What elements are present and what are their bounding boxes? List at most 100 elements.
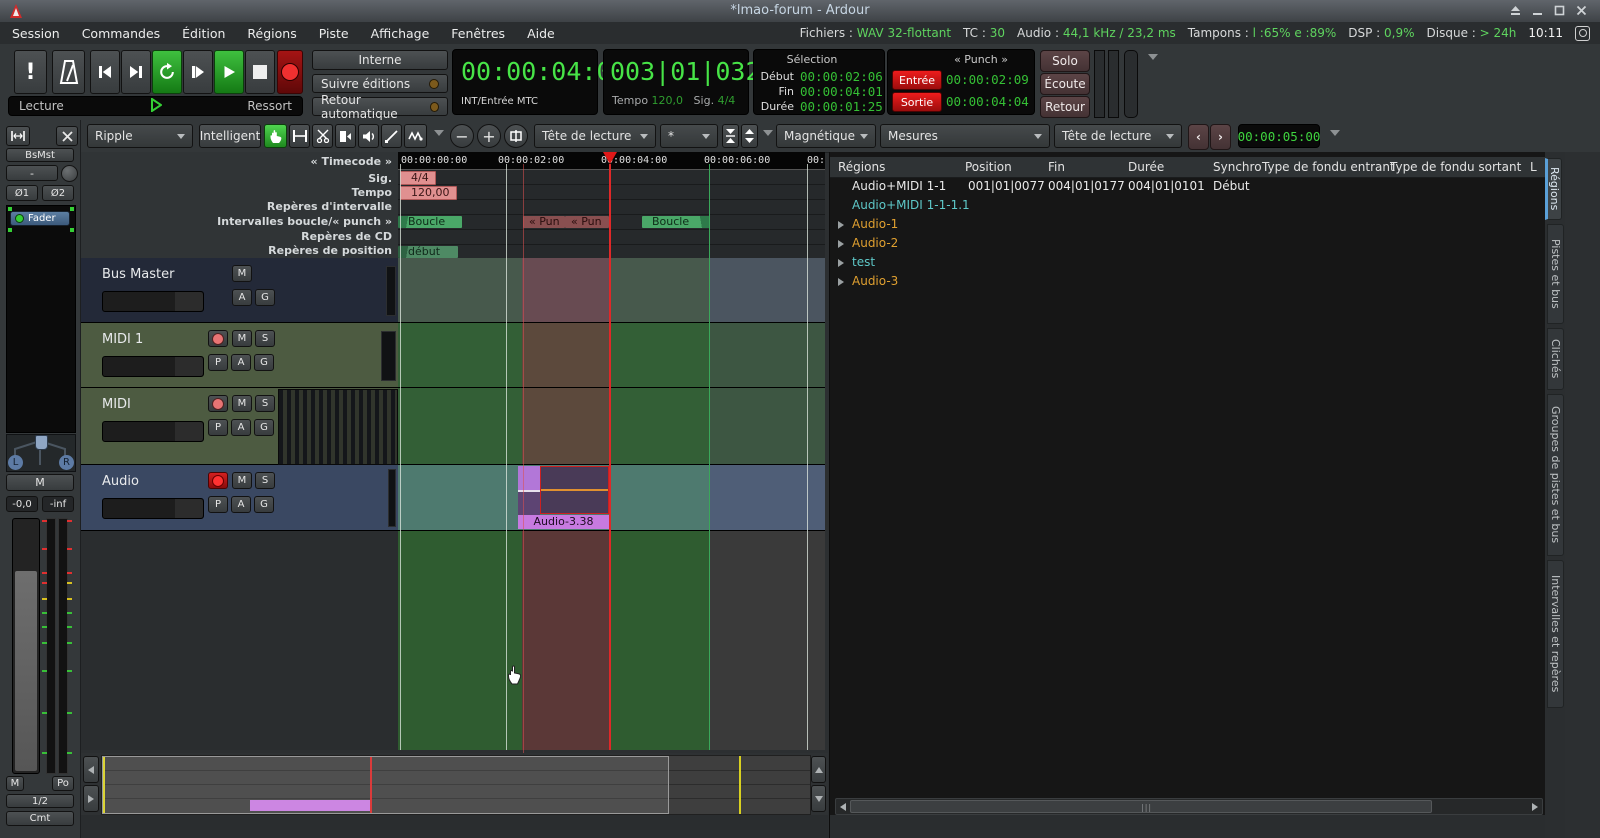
panner[interactable]: L R	[6, 434, 76, 472]
tab-regions[interactable]: Régions	[1545, 158, 1562, 220]
col-locked[interactable]: L	[1530, 160, 1537, 174]
nudge-forward-button[interactable]: ›	[1210, 124, 1231, 150]
zoom-focus-dropdown[interactable]: Tête de lecture	[534, 124, 656, 148]
group-button[interactable]: G	[254, 496, 274, 513]
processor-led[interactable]	[15, 214, 24, 223]
ruler-label-loop-punch[interactable]: Intervalles boucle/« punch »	[217, 215, 392, 228]
ruler-label-sig[interactable]: Sig.	[368, 172, 392, 185]
shrink-tracks-button[interactable]	[722, 124, 739, 148]
nudge-clock[interactable]: 00:00:05:00	[1238, 124, 1320, 148]
track-gain-fader[interactable]	[102, 421, 204, 442]
col-duree[interactable]: Durée	[1128, 160, 1164, 174]
menu-commandes[interactable]: Commandes	[82, 26, 160, 41]
col-fondu-sortant[interactable]: Type de fondu sortant	[1390, 160, 1521, 174]
edit-mode-dropdown[interactable]: Ripple	[87, 124, 193, 148]
meter-point-button[interactable]: Po	[52, 776, 74, 791]
record-arm-button[interactable]	[208, 395, 228, 412]
play-range-button[interactable]	[183, 50, 213, 94]
track-gain-fader[interactable]	[102, 498, 204, 519]
menu-piste[interactable]: Piste	[319, 26, 349, 41]
tempo-ruler[interactable]: 120,00	[398, 185, 825, 200]
col-synchro[interactable]: Synchro	[1213, 160, 1262, 174]
scroll-left-icon[interactable]	[840, 803, 846, 811]
expand-arrow-icon[interactable]	[838, 259, 844, 267]
minimize-button[interactable]	[1531, 4, 1544, 20]
snap-mode-dropdown[interactable]: Magnétique	[776, 124, 876, 148]
tab-pistes-et-bus[interactable]: Pistes et bus	[1547, 224, 1564, 324]
trim-knob[interactable]	[61, 165, 78, 182]
shuttle-control[interactable]: Lecture Ressort	[8, 96, 303, 116]
record-button[interactable]	[277, 50, 303, 94]
track-name[interactable]: Audio	[102, 474, 139, 489]
comments-button[interactable]: Cmt	[6, 811, 74, 826]
track-header-midi1[interactable]: MIDI 1 M S P A G	[80, 323, 398, 388]
internal-edit-tool-button[interactable]	[404, 124, 427, 148]
feedback-monitor-button[interactable]: Retour	[1040, 96, 1090, 118]
zoom-in-button[interactable]: +	[477, 124, 501, 148]
menu-affichage[interactable]: Affichage	[371, 26, 430, 41]
phase2-button[interactable]: Ø2	[42, 185, 74, 201]
grid-unit-dropdown[interactable]: Mesures	[880, 124, 1050, 148]
summary-scroll-left-button[interactable]	[83, 756, 99, 783]
sync-source-button[interactable]: Interne	[312, 50, 448, 70]
playhead-marker-icon[interactable]	[603, 152, 617, 164]
ruler-canvas[interactable]: 00:00:00:00 00:00:02:00 00:00:04:00 00:0…	[398, 152, 825, 258]
pan-handle[interactable]	[35, 435, 48, 450]
automation-button[interactable]: A	[231, 354, 251, 371]
expand-arrow-icon[interactable]	[838, 221, 844, 229]
region-row[interactable]: Audio-2	[830, 236, 1546, 255]
punch-out-button[interactable]: Sortie	[892, 92, 942, 112]
strip-mute2-button[interactable]: M	[6, 776, 24, 791]
punch-in-time[interactable]: 00:00:02:09	[946, 72, 1029, 87]
menu-regions[interactable]: Régions	[247, 26, 296, 41]
secondary-clock[interactable]: 003|01|0320 Tempo 120,0 Sig. 4/4	[603, 49, 749, 115]
track-gain-fader[interactable]	[102, 291, 204, 312]
audio-region[interactable]: Audio-3.38	[518, 466, 610, 529]
tools-chevron[interactable]	[434, 130, 444, 136]
eject-icon[interactable]	[1509, 4, 1522, 20]
solo-button[interactable]: S	[255, 395, 275, 412]
tab-intervalles[interactable]: Intervalles et repères	[1547, 560, 1564, 708]
phase1-button[interactable]: Ø1	[6, 185, 38, 201]
region-row[interactable]: Audio+MIDI 1-1 001|01|0077 004|01|0177 0…	[830, 179, 1546, 198]
scrollbar-thumb[interactable]: |||	[850, 800, 1432, 813]
audition-tool-button[interactable]	[358, 124, 379, 148]
range-tool-button[interactable]	[289, 124, 310, 148]
ruler-label-tempo[interactable]: Tempo	[352, 186, 392, 199]
audition-monitor-button[interactable]: Écoute	[1040, 73, 1090, 95]
tempo-marker[interactable]: 120,00	[400, 186, 457, 200]
sig-marker[interactable]: 4/4	[400, 171, 436, 185]
trim-button[interactable]: -	[6, 165, 58, 181]
marker-scope-dropdown[interactable]: *	[660, 124, 718, 148]
nudge-chevron[interactable]	[1330, 130, 1340, 136]
track-header-audio[interactable]: Audio M S P A G	[80, 465, 398, 531]
grab-tool-button[interactable]	[264, 124, 287, 148]
region-row[interactable]: Audio-1	[830, 217, 1546, 236]
summary-navigator[interactable]	[101, 755, 811, 815]
ruler-label-range-markers[interactable]: Repères d'intervalle	[267, 200, 392, 213]
strip-close-button[interactable]	[56, 126, 78, 146]
menu-edition[interactable]: Édition	[182, 26, 225, 41]
strip-mute-button[interactable]: M	[6, 474, 74, 491]
mute-button[interactable]: M	[232, 265, 252, 282]
record-arm-button[interactable]	[208, 330, 228, 347]
gain-fader-vertical[interactable]	[12, 518, 40, 774]
zoom-out-button[interactable]: −	[450, 124, 474, 148]
zoom-chevron[interactable]	[763, 130, 773, 136]
playhead[interactable]	[609, 164, 611, 750]
track-gain-fader[interactable]	[102, 356, 204, 377]
loop-button[interactable]	[152, 50, 182, 94]
automation-button[interactable]: A	[232, 289, 252, 306]
playlist-button[interactable]: P	[208, 496, 228, 513]
punch-out-marker[interactable]: « Pun	[565, 216, 609, 228]
range-marker-ruler[interactable]	[398, 200, 825, 215]
summary-scroll-right-button[interactable]	[83, 785, 99, 812]
group-button[interactable]: G	[254, 354, 274, 371]
track-header-midi[interactable]: MIDI M S P A G	[80, 388, 398, 465]
nudge-back-button[interactable]: ‹	[1188, 124, 1209, 150]
mute-button[interactable]: M	[232, 395, 252, 412]
strip-width-button[interactable]	[6, 126, 30, 146]
draw-tool-button[interactable]	[381, 124, 402, 148]
edit-point-dropdown[interactable]: Tête de lecture	[1054, 124, 1182, 148]
col-position[interactable]: Position	[965, 160, 1012, 174]
